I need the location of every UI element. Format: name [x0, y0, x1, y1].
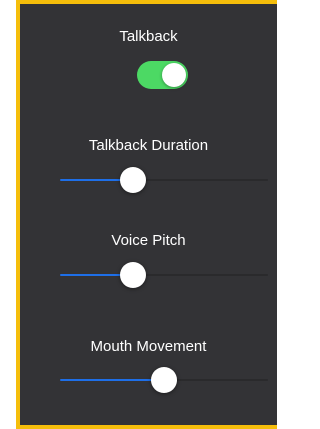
slider-thumb[interactable] [119, 167, 146, 193]
slider-thumb[interactable] [119, 262, 146, 288]
toggle-knob [162, 63, 186, 87]
slider-thumb[interactable] [151, 367, 177, 393]
talkback-toggle[interactable] [137, 61, 188, 89]
voice-pitch-slider[interactable] [60, 262, 268, 288]
mouth-movement-slider[interactable] [60, 367, 268, 393]
settings-panel: Talkback Talkback Duration Voice Pitch M… [20, 4, 277, 425]
mouth-movement-label: Mouth Movement [90, 338, 207, 355]
slider-fill [60, 379, 164, 381]
talkback-duration-slider[interactable] [60, 167, 268, 193]
talkback-label: Talkback [119, 28, 178, 45]
settings-frame: Talkback Talkback Duration Voice Pitch M… [16, 0, 277, 429]
voice-pitch-label: Voice Pitch [111, 232, 186, 249]
talkback-duration-label: Talkback Duration [88, 137, 209, 154]
